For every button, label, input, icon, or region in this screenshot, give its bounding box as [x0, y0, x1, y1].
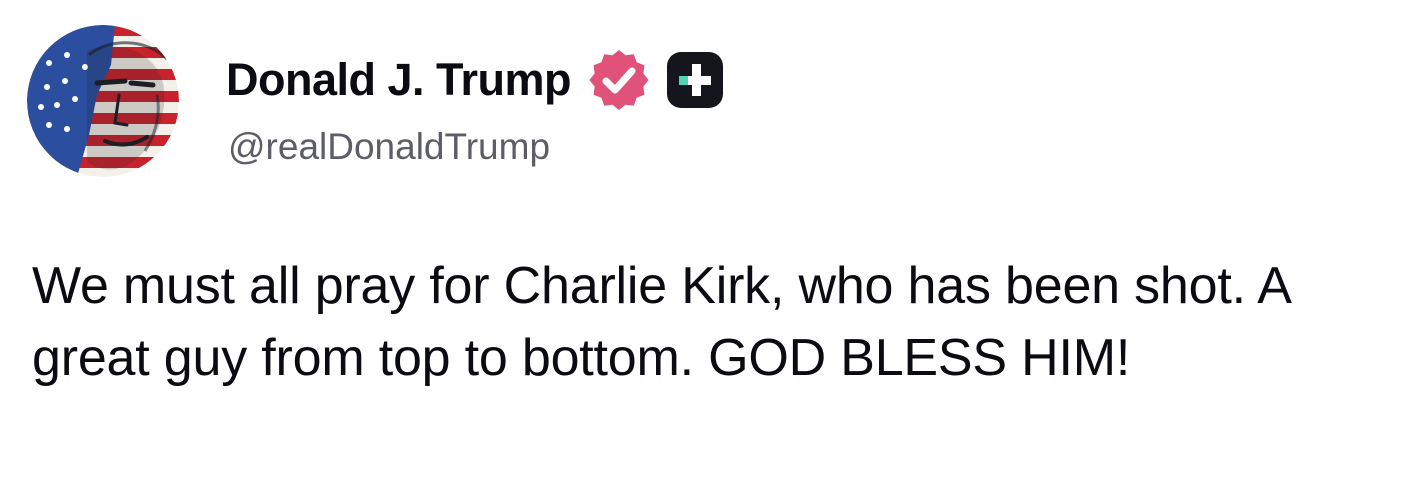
plus-badge-icon — [665, 50, 725, 110]
avatar-portrait-flag-icon — [27, 25, 179, 177]
author-row: Donald J. Trump — [226, 45, 725, 115]
verified-badge-icon — [585, 46, 653, 114]
post-body-text: We must all pray for Charlie Kirk, who h… — [32, 257, 1289, 387]
author-display-name[interactable]: Donald J. Trump — [226, 54, 572, 106]
post-card: Donald J. Trump @realDonaldTrump We must… — [0, 0, 1405, 502]
author-handle[interactable]: @realDonaldTrump — [228, 126, 550, 168]
author-avatar[interactable] — [27, 25, 179, 177]
